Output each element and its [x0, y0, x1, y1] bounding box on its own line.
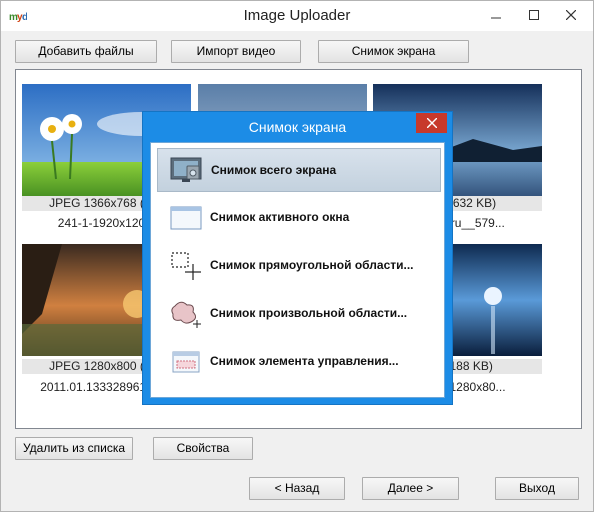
maximize-icon [529, 10, 539, 20]
option-label: Снимок всего экрана [211, 163, 337, 177]
full-screen-icon [170, 157, 202, 182]
screenshot-dialog: Снимок экрана Снимок всего экрана Снимок… [142, 111, 453, 405]
option-label: Снимок прямоугольной области... [210, 258, 414, 272]
maximize-button[interactable] [519, 1, 549, 29]
option-label: Снимок активного окна [210, 210, 350, 224]
close-button[interactable] [556, 1, 586, 29]
freeform-select-icon [171, 301, 201, 328]
exit-button[interactable]: Выход [495, 477, 579, 500]
next-button[interactable]: Далее > [362, 477, 459, 500]
minimize-button[interactable] [481, 1, 511, 29]
close-icon [565, 9, 577, 21]
freeform-region-option[interactable]: Снимок произвольной области... [157, 292, 441, 336]
dialog-body: Снимок всего экрана Снимок активного окн… [150, 142, 445, 398]
close-icon [426, 117, 437, 129]
control-select-icon [172, 351, 200, 373]
add-files-button[interactable]: Добавить файлы [15, 40, 157, 63]
properties-button[interactable]: Свойства [153, 437, 253, 460]
window-icon [170, 206, 202, 230]
remove-from-list-button[interactable]: Удалить из списка [15, 437, 133, 460]
control-element-option[interactable]: Снимок элемента управления... [157, 340, 441, 384]
full-screen-option[interactable]: Снимок всего экрана [157, 148, 441, 192]
screenshot-button[interactable]: Снимок экрана [318, 40, 469, 63]
option-label: Снимок элемента управления... [210, 354, 399, 368]
title-bar: m y d Image Uploader [1, 1, 593, 31]
rectangle-select-icon [171, 252, 201, 280]
option-label: Снимок произвольной области... [210, 306, 408, 320]
rectangle-region-option[interactable]: Снимок прямоугольной области... [157, 244, 441, 288]
minimize-icon [491, 17, 501, 19]
dialog-title: Снимок экрана [248, 119, 347, 135]
dialog-close-button[interactable] [416, 113, 447, 133]
import-video-button[interactable]: Импорт видео [171, 40, 301, 63]
back-button[interactable]: < Назад [249, 477, 345, 500]
active-window-option[interactable]: Снимок активного окна [157, 196, 441, 240]
image-uploader-window: m y d Image Uploader Добавить файлы Импо… [0, 0, 594, 512]
